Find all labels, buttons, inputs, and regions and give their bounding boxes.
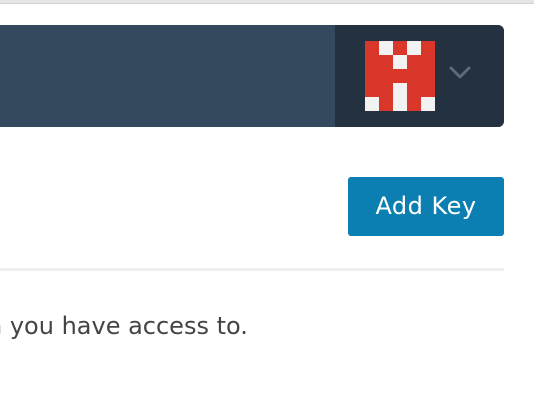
top-navbar [0, 25, 504, 127]
user-menu-toggle[interactable] [335, 25, 504, 127]
page-description: n you have access to. [0, 312, 248, 340]
top-border [0, 0, 534, 4]
user-avatar[interactable] [365, 41, 435, 111]
add-key-button[interactable]: Add Key [348, 177, 504, 236]
chevron-down-icon[interactable] [449, 65, 471, 79]
page: Add Key n you have access to. [0, 0, 534, 406]
section-divider [0, 268, 504, 271]
identicon-avatar-icon [365, 41, 435, 111]
